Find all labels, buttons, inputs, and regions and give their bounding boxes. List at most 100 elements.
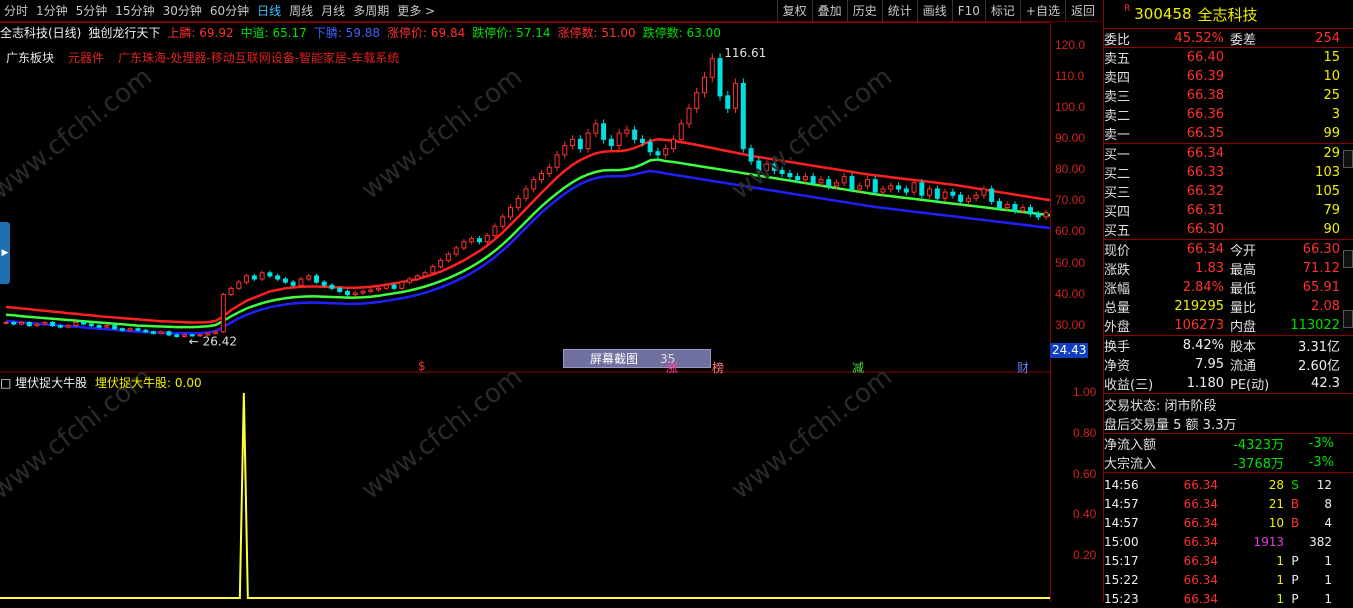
current-axis-marker: 24.43 [1050, 343, 1088, 358]
fund-row: 换手 8.42% 股本 3.31亿 [1104, 336, 1353, 355]
tick-count: 12 [1316, 477, 1332, 492]
fund-value: 2.60亿 [1298, 359, 1340, 374]
candle-body [639, 138, 645, 143]
candle-body [360, 290, 366, 294]
candle-body [414, 275, 420, 280]
indicator-name[interactable]: 独创龙行天下 [88, 24, 160, 40]
candle-body [841, 176, 847, 184]
quote-panel: R 300458 全志科技 委比 45.52% 委差 254 卖五 66.40 15… [1103, 0, 1353, 606]
ask-label: 卖五 [1104, 52, 1131, 67]
tick-count: 1 [1324, 591, 1332, 606]
tick-row: 14:57 66.34 10 B 4 [1104, 513, 1353, 532]
high-price-label: 116.61 [724, 46, 766, 60]
candle-body [981, 188, 987, 196]
candle-body [616, 132, 622, 147]
event-marker-dividend[interactable]: $ [418, 359, 426, 373]
side-scroll-up-icon[interactable] [1343, 150, 1353, 168]
candle-body [546, 166, 552, 174]
tick-volume: 28 [1268, 477, 1284, 492]
stat-label: 涨幅 [1104, 282, 1131, 297]
candle-body [717, 58, 723, 97]
candle-body [11, 321, 17, 325]
stat-value: 1.83 [1195, 261, 1224, 276]
r-badge-icon: R [1124, 4, 1131, 14]
tick-count: 8 [1324, 496, 1332, 511]
expand-left-icon[interactable]: ▶ [0, 222, 10, 284]
stat-value: 106273 [1174, 318, 1224, 333]
tick-volume: 1 [1276, 591, 1284, 606]
limit-down-count: 跌停数: 63.00 [642, 26, 721, 40]
fund-label: 换手 [1104, 340, 1131, 355]
tick-side: S [1291, 477, 1299, 492]
ask-label: 卖四 [1104, 71, 1131, 86]
fund-row: 净资 7.95 流通 2.60亿 [1104, 355, 1353, 374]
kline-chart[interactable]: 116.61 ← 26.42 www.cfchi.com www.cfchi.com w… [0, 0, 1050, 602]
flow-label: 大宗流入 [1104, 457, 1157, 472]
candle-body [88, 323, 94, 327]
candle-body [329, 284, 335, 289]
candle-body [670, 138, 676, 150]
tick-row: 14:57 66.34 21 B 8 [1104, 494, 1353, 513]
candle-body [585, 132, 591, 150]
signal-line [0, 392, 1050, 599]
candle-body [228, 287, 234, 296]
event-marker-reduce[interactable]: 减 [852, 359, 864, 376]
bid-label: 买二 [1104, 167, 1131, 182]
candle-body [236, 281, 242, 289]
candle-body [81, 321, 87, 325]
fund-label: PE(动) [1230, 378, 1270, 393]
sub-tick-2: 0.60 [1073, 466, 1097, 481]
tick-row: 15:22 66.34 1 P 1 [1104, 570, 1353, 589]
candle-body [244, 275, 250, 283]
candle-body [1035, 213, 1041, 218]
concept-tags[interactable]: 广东珠海-处理器-移动互联网设备-智能家居-车载系统 [118, 49, 399, 66]
bid-label: 买四 [1104, 205, 1131, 220]
candle-body [1020, 207, 1026, 212]
bid-price: 66.31 [1186, 203, 1224, 218]
event-marker-finance[interactable]: 财 [1017, 359, 1029, 376]
checkbox-icon[interactable]: □ [0, 376, 11, 390]
stock-title: 全志科技(日线) [0, 26, 82, 40]
bid-volume: 103 [1315, 165, 1340, 180]
watermark-text: www.cfchi.com [726, 362, 898, 506]
candle-body [337, 287, 343, 292]
ask-price: 66.38 [1186, 88, 1224, 103]
stat-row: 外盘 106273 内盘 113022 [1104, 316, 1353, 335]
sub-indicator-name[interactable]: 埋伏捉大牛股 [15, 376, 87, 390]
candle-body [996, 200, 1002, 209]
event-marker-ranking[interactable]: 榜 [712, 359, 724, 376]
tick-count: 1 [1324, 553, 1332, 568]
side-scroll-down-icon[interactable] [1343, 310, 1353, 328]
stat-row: 涨幅 2.84% 最低 65.91 [1104, 278, 1353, 297]
candle-body [896, 185, 902, 190]
fund-value: 42.3 [1311, 376, 1340, 391]
quote-stats: 现价 66.34 今开 66.30 涨跌 1.83 最高 71.12 涨幅 2.84% 最低 65.9… [1104, 239, 1353, 335]
candle-body [577, 138, 583, 150]
candle-body [182, 334, 188, 337]
candle-body [213, 331, 219, 334]
fund-value: 7.95 [1195, 357, 1224, 372]
tick-row: 15:23 66.34 1 P 1 [1104, 589, 1353, 608]
tick-volume: 1 [1276, 572, 1284, 587]
candle-body [143, 329, 149, 333]
flow-pct: -3% [1308, 436, 1334, 451]
event-marker-limit-up[interactable]: 涨 [666, 359, 678, 376]
side-scroll-mid-icon[interactable] [1343, 250, 1353, 268]
fund-value: 1.180 [1186, 376, 1224, 391]
screenshot-button[interactable]: 屏幕截图 35 [563, 349, 711, 368]
candle-body [376, 287, 382, 291]
toolbar-btn-8[interactable]: 返回 [1064, 0, 1100, 22]
ask-label: 卖二 [1104, 109, 1131, 124]
candle-body [647, 141, 653, 153]
candle-body [554, 154, 560, 168]
candle-body [119, 328, 125, 331]
tick-list: 14:56 66.34 28 S 12 14:57 66.34 21 B 8 14:57 66.34 1… [1104, 472, 1353, 608]
tick-side: P [1291, 572, 1299, 587]
candle-body [26, 321, 32, 327]
weicha-label: 委差 [1230, 32, 1257, 48]
board-label[interactable]: 广东板块 [6, 49, 54, 66]
industry-tag[interactable]: 元器件 [68, 49, 104, 66]
candle-body [484, 235, 490, 243]
stat-value: 65.91 [1302, 280, 1340, 295]
candle-body [733, 82, 739, 109]
